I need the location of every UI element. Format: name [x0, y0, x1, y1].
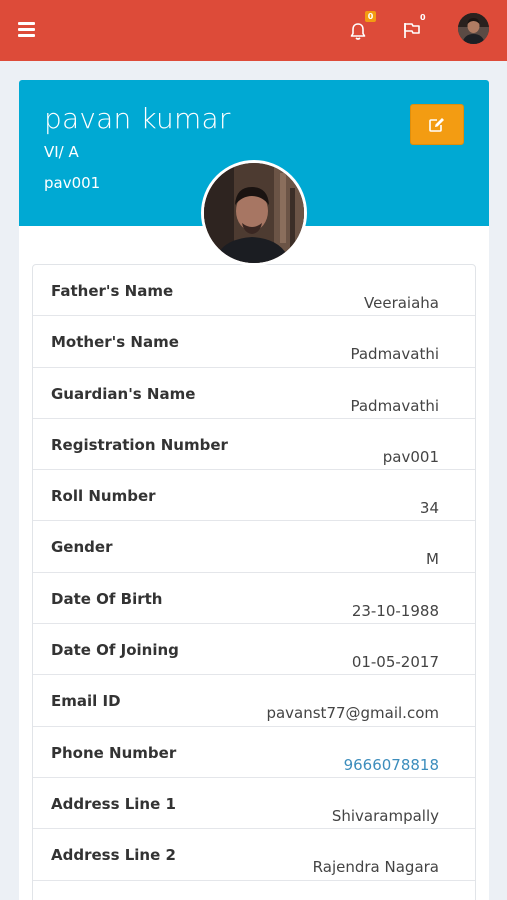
- flags-badge: 0: [420, 13, 426, 22]
- edit-icon: [429, 118, 444, 132]
- detail-label: Mother's Name: [51, 333, 179, 352]
- profile-card: pavan kumar VI/ A pav001 Father's Name V…: [19, 80, 489, 900]
- edit-profile-button[interactable]: [410, 104, 464, 145]
- detail-value: Veeraiaha: [364, 294, 439, 312]
- detail-label: Registration Number: [51, 435, 228, 454]
- detail-value: 34: [419, 499, 439, 518]
- detail-label: Email ID: [51, 692, 121, 711]
- detail-row-roll-number: Roll Number 34: [33, 470, 475, 522]
- detail-row-guardians-name: Guardian's Name Padmavathi: [33, 368, 475, 419]
- notifications-button[interactable]: 0: [342, 11, 376, 48]
- user-class-section: VI/ A: [44, 143, 79, 161]
- detail-label: Phone Number: [51, 743, 177, 762]
- detail-label: Roll Number: [51, 487, 156, 506]
- detail-value: pav001: [382, 447, 439, 466]
- user-id: pav001: [44, 174, 101, 192]
- detail-row-partial: [33, 881, 475, 900]
- detail-label: Address Line 2: [51, 846, 176, 865]
- detail-value: M: [426, 550, 439, 569]
- detail-value: 01-05-2017: [351, 653, 439, 672]
- flags-button[interactable]: 0: [396, 13, 430, 48]
- bell-icon: [350, 23, 366, 40]
- detail-row-registration-number: Registration Number pav001: [33, 419, 475, 471]
- detail-row-address-line-1: Address Line 1 Shivarampally: [33, 778, 475, 830]
- detail-label: Date Of Joining: [51, 641, 179, 660]
- notifications-badge: 0: [365, 11, 376, 22]
- phone-number-link[interactable]: 9666078818: [344, 756, 439, 774]
- detail-label: Gender: [51, 538, 113, 557]
- detail-row-date-of-joining: Date Of Joining 01-05-2017: [33, 624, 475, 676]
- detail-label: Address Line 1: [51, 794, 176, 813]
- detail-row-fathers-name: Father's Name Veeraiaha: [33, 265, 475, 317]
- detail-label: Father's Name: [51, 282, 174, 300]
- detail-row-gender: Gender M: [33, 521, 475, 573]
- detail-label: Date Of Birth: [51, 589, 163, 608]
- detail-value: 23-10-1988: [351, 601, 439, 620]
- detail-row-date-of-birth: Date Of Birth 23-10-1988: [33, 573, 475, 625]
- detail-label: Guardian's Name: [51, 384, 196, 403]
- detail-row-mothers-name: Mother's Name Padmavathi: [33, 316, 475, 368]
- hamburger-menu-icon[interactable]: [18, 22, 35, 37]
- detail-row-address-line-2: Address Line 2 Rajendra Nagara: [33, 829, 475, 881]
- profile-photo: [201, 160, 307, 266]
- detail-value: pavanst77@gmail.com: [266, 704, 439, 723]
- flag-icon: [404, 23, 420, 38]
- user-name: pavan kumar: [44, 102, 231, 135]
- detail-row-email: Email ID pavanst77@gmail.com: [33, 675, 475, 727]
- detail-row-phone-number: Phone Number 9666078818: [33, 727, 475, 778]
- student-details-list: Father's Name Veeraiaha Mother's Name Pa…: [32, 264, 476, 900]
- top-navbar: 0 0: [0, 0, 507, 61]
- user-avatar[interactable]: [458, 13, 489, 44]
- detail-value: Padmavathi: [350, 345, 439, 364]
- detail-value: Rajendra Nagara: [312, 858, 439, 877]
- detail-value: Shivarampally: [331, 806, 439, 825]
- detail-value: Padmavathi: [350, 396, 439, 415]
